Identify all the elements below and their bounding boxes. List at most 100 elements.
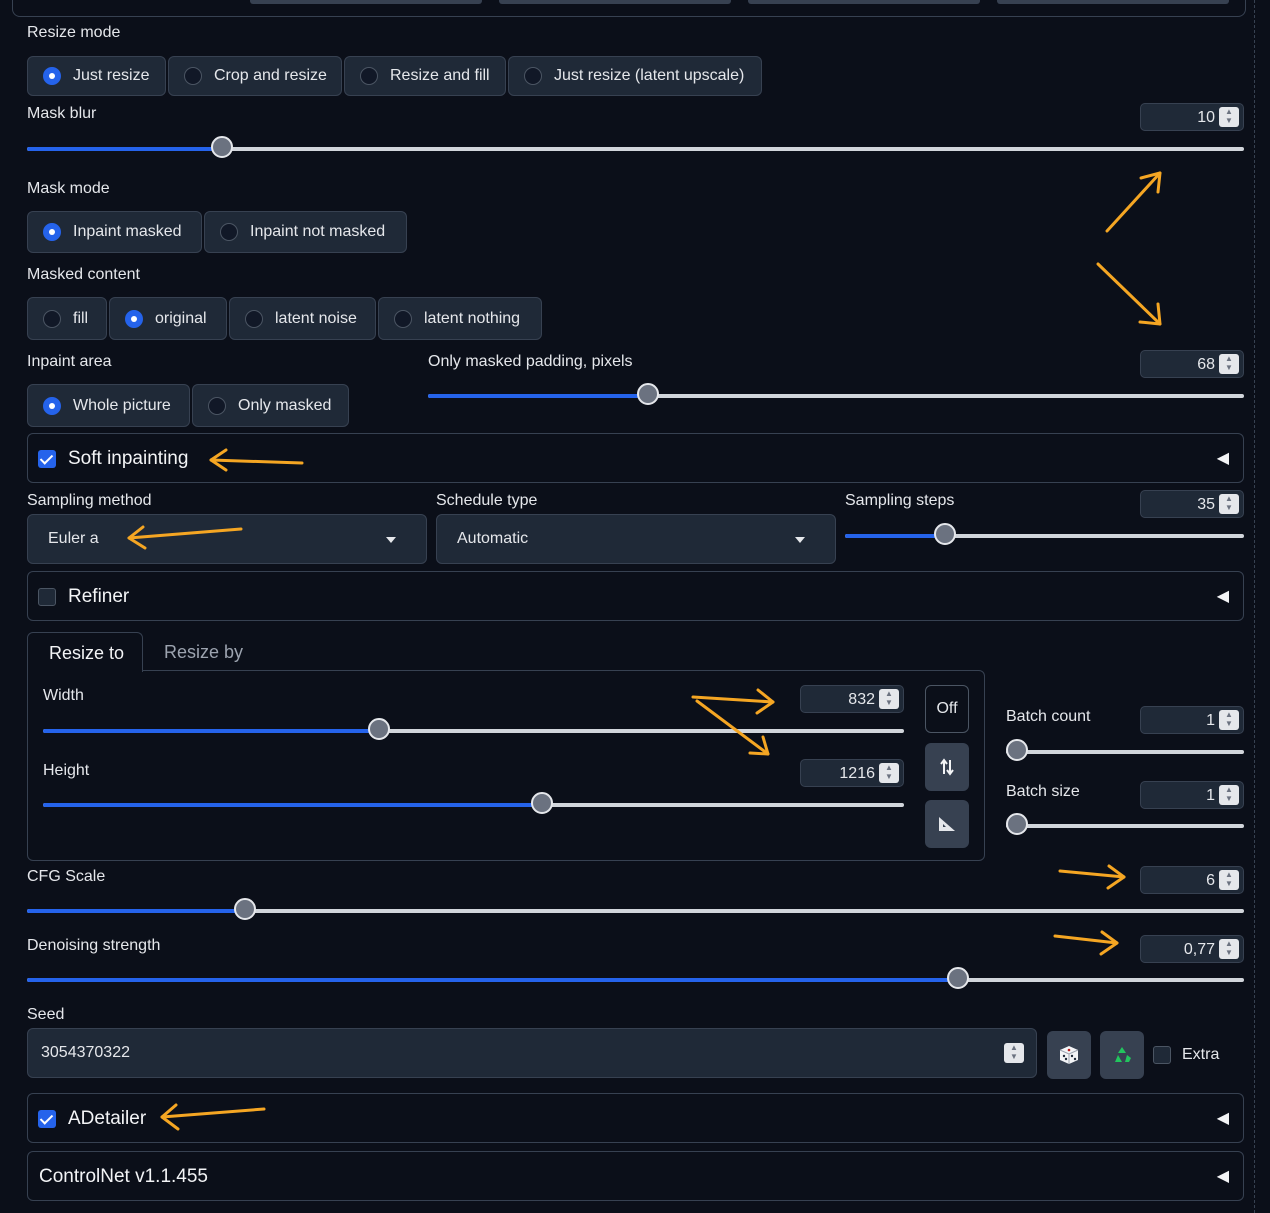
mask-mode-inpaint-not-masked[interactable]: Inpaint not masked	[204, 211, 407, 253]
refiner-accordion[interactable]: Refiner ◀	[27, 571, 1244, 621]
denoising-strength-slider[interactable]	[27, 967, 1244, 989]
height-slider[interactable]	[43, 792, 904, 814]
tab-resize-by[interactable]: Resize by	[143, 632, 263, 670]
cfg-scale-slider[interactable]	[27, 898, 1244, 920]
spinner-icon[interactable]: ▲ ▼	[879, 689, 899, 709]
spinner-icon[interactable]: ▲ ▼	[1219, 785, 1239, 805]
aspect-ratio-button[interactable]	[925, 800, 969, 848]
spinner-icon[interactable]: ▲ ▼	[1219, 494, 1239, 514]
triangle-left-icon[interactable]: ◀	[1217, 1166, 1229, 1186]
swap-dimensions-button[interactable]	[925, 743, 969, 791]
dice-icon	[1059, 1046, 1079, 1064]
slider-thumb[interactable]	[947, 967, 969, 989]
only-masked-padding-number-input[interactable]: 68 ▲ ▼	[1140, 350, 1244, 378]
batch-count-slider[interactable]	[1006, 739, 1244, 761]
soft-inpainting-checkbox[interactable]	[38, 450, 56, 468]
masked-content-latent-noise[interactable]: latent noise	[229, 297, 376, 340]
masked-content-fill[interactable]: fill	[27, 297, 107, 340]
off-label: Off	[936, 700, 958, 717]
denoising-strength-value: 0,77	[1183, 941, 1215, 958]
slider-fill	[27, 147, 222, 151]
slider-thumb[interactable]	[1006, 739, 1028, 761]
sampling-steps-number-input[interactable]: 35 ▲ ▼	[1140, 490, 1244, 518]
sampling-method-dropdown[interactable]: Euler a	[27, 514, 427, 564]
option-label: Resize and fill	[390, 67, 490, 84]
slider-thumb[interactable]	[368, 718, 390, 740]
radio-dot	[208, 396, 226, 415]
mask-blur-number-input[interactable]: 10 ▲ ▼	[1140, 103, 1244, 131]
resize-mode-latent-upscale[interactable]: Just resize (latent upscale)	[508, 56, 762, 96]
masked-content-latent-nothing[interactable]: latent nothing	[378, 297, 542, 340]
denoising-strength-number-input[interactable]: 0,77 ▲ ▼	[1140, 935, 1244, 963]
spinner-icon[interactable]: ▲ ▼	[879, 763, 899, 783]
option-label: Inpaint masked	[73, 223, 182, 240]
only-masked-padding-label: Only masked padding, pixels	[428, 353, 633, 370]
seed-label: Seed	[27, 1006, 65, 1023]
spinner-icon[interactable]: ▲ ▼	[1219, 939, 1239, 959]
resize-mode-just-resize[interactable]: Just resize	[27, 56, 166, 96]
controlnet-title: ControlNet v1.1.455	[39, 1166, 208, 1187]
tab-resize-to[interactable]: Resize to	[27, 632, 143, 672]
triangle-left-icon[interactable]: ◀	[1217, 1108, 1229, 1128]
extra-checkbox[interactable]	[1153, 1046, 1171, 1064]
inpaint-area-whole-picture[interactable]: Whole picture	[27, 384, 190, 427]
sampling-steps-value: 35	[1197, 496, 1215, 513]
slider-fill	[27, 909, 245, 913]
slider-thumb[interactable]	[637, 383, 659, 405]
adetailer-checkbox[interactable]	[38, 1110, 56, 1128]
cfg-scale-value: 6	[1206, 872, 1215, 889]
cfg-scale-number-input[interactable]: 6 ▲ ▼	[1140, 866, 1244, 894]
inpaint-area-radio-group: Whole picture Only masked	[27, 384, 349, 427]
height-number-input[interactable]: 1216 ▲ ▼	[800, 759, 904, 787]
resize-mode-crop-and-resize[interactable]: Crop and resize	[168, 56, 342, 96]
controlnet-accordion[interactable]: ControlNet v1.1.455 ◀	[27, 1151, 1244, 1201]
batch-count-number-input[interactable]: 1 ▲ ▼	[1140, 706, 1244, 734]
batch-size-slider[interactable]	[1006, 813, 1244, 835]
top-control-edge	[499, 0, 731, 4]
slider-thumb[interactable]	[211, 136, 233, 158]
triangle-left-icon[interactable]: ◀	[1217, 448, 1229, 468]
height-label: Height	[43, 762, 90, 779]
radio-dot	[125, 309, 143, 328]
top-control-edge	[250, 0, 482, 4]
spinner-icon[interactable]: ▲ ▼	[1219, 710, 1239, 730]
padding-value: 68	[1197, 356, 1215, 373]
spinner-icon[interactable]: ▲ ▼	[1219, 107, 1239, 127]
tab-label: Resize to	[49, 643, 125, 663]
spinner-icon[interactable]: ▲ ▼	[1219, 870, 1239, 890]
masked-content-original[interactable]: original	[109, 297, 227, 340]
spinner-icon[interactable]: ▲ ▼	[1219, 354, 1239, 374]
slider-fill	[27, 978, 958, 982]
tab-label: Resize by	[164, 642, 244, 662]
soft-inpainting-accordion[interactable]: Soft inpainting ◀	[27, 433, 1244, 483]
set-square-icon	[939, 817, 955, 831]
width-number-input[interactable]: 832 ▲ ▼	[800, 685, 904, 713]
triangle-left-icon[interactable]: ◀	[1217, 586, 1229, 606]
width-slider[interactable]	[43, 718, 904, 740]
refiner-checkbox[interactable]	[38, 588, 56, 606]
batch-size-number-input[interactable]: 1 ▲ ▼	[1140, 781, 1244, 809]
only-masked-padding-slider[interactable]	[428, 383, 1244, 405]
adetailer-accordion[interactable]: ADetailer ◀	[27, 1093, 1244, 1143]
sampling-steps-slider[interactable]	[845, 523, 1244, 545]
option-label: Only masked	[238, 396, 332, 414]
seed-input[interactable]: 3054370322 ▲ ▼	[27, 1028, 1037, 1078]
mask-blur-slider[interactable]	[27, 136, 1244, 158]
schedule-type-dropdown[interactable]: Automatic	[436, 514, 836, 564]
random-seed-button[interactable]	[1047, 1031, 1091, 1079]
adetailer-title: ADetailer	[68, 1108, 147, 1129]
radio-dot	[524, 67, 542, 85]
slider-thumb[interactable]	[234, 898, 256, 920]
radio-dot	[360, 67, 378, 85]
option-label: Crop and resize	[214, 67, 327, 84]
resize-mode-resize-and-fill[interactable]: Resize and fill	[344, 56, 506, 96]
slider-thumb[interactable]	[531, 792, 553, 814]
inpaint-area-only-masked[interactable]: Only masked	[192, 384, 349, 427]
slider-thumb[interactable]	[934, 523, 956, 545]
option-label: Inpaint not masked	[250, 223, 386, 240]
slider-thumb[interactable]	[1006, 813, 1028, 835]
mask-mode-inpaint-masked[interactable]: Inpaint masked	[27, 211, 202, 253]
spinner-icon[interactable]: ▲ ▼	[1004, 1043, 1024, 1063]
dimensions-off-button[interactable]: Off	[925, 685, 969, 733]
reuse-seed-button[interactable]	[1100, 1031, 1144, 1079]
